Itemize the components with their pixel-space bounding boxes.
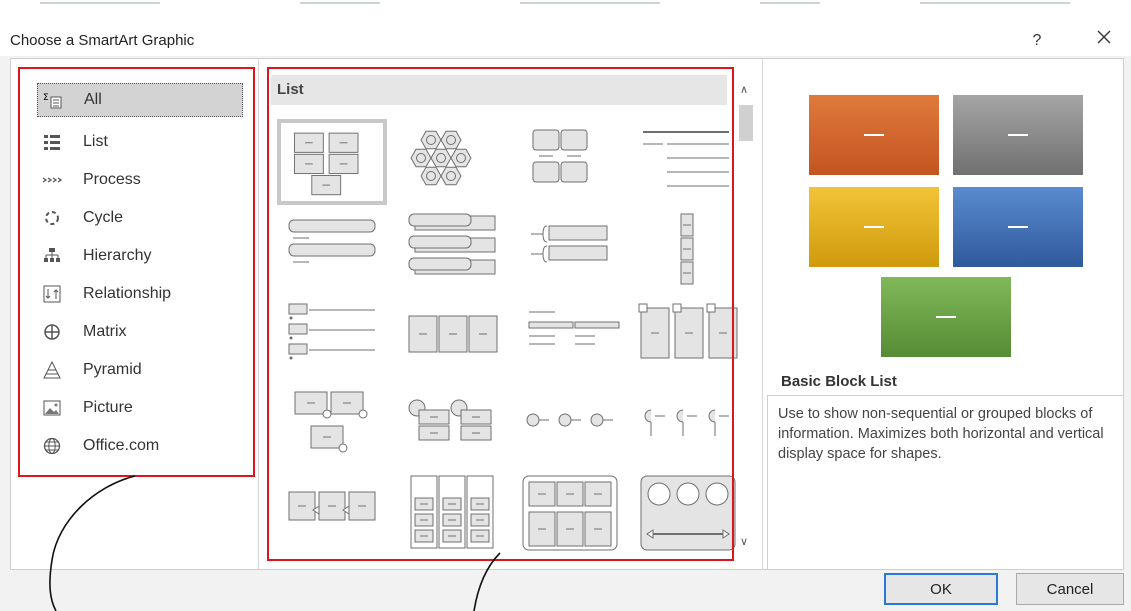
svg-text:Σ: Σ	[43, 93, 49, 103]
category-process[interactable]: Process	[37, 163, 243, 197]
close-icon	[1097, 30, 1111, 44]
category-pyramid[interactable]: Pyramid	[37, 353, 243, 387]
layout-table-hierarchy[interactable]	[513, 469, 623, 555]
layout-gallery: List ∧ ∨	[261, 59, 763, 569]
globe-icon	[41, 435, 63, 457]
all-icon: Σ	[42, 89, 64, 111]
gallery-scrollbar[interactable]: ∧ ∨	[735, 75, 757, 557]
cancel-button[interactable]: Cancel	[1016, 573, 1124, 605]
relationship-icon	[41, 283, 63, 305]
category-all[interactable]: Σ All	[37, 83, 243, 117]
layout-pin-list[interactable]	[631, 381, 741, 467]
matrix-icon	[41, 321, 63, 343]
layout-name: Basic Block List	[781, 373, 897, 390]
layout-hexagon-cluster[interactable]	[395, 119, 505, 205]
category-matrix[interactable]: Matrix	[37, 315, 243, 349]
hierarchy-icon	[41, 245, 63, 267]
category-list: Σ All List Process Cycle Hierarchy Relationshi…	[11, 59, 259, 569]
preview-graphic	[809, 95, 1083, 357]
category-label: List	[83, 133, 108, 150]
preview-pane: Basic Block List Use to show non-sequent…	[767, 59, 1123, 569]
category-relationship[interactable]: Relationship	[37, 277, 243, 311]
category-office-com[interactable]: Office.com	[37, 429, 243, 463]
category-picture[interactable]: Picture	[37, 391, 243, 425]
layout-vertical-box-list[interactable]	[631, 207, 741, 293]
layout-circle-callout-list[interactable]	[395, 381, 505, 467]
layout-stacked-list[interactable]	[395, 207, 505, 293]
layout-picture-caption-list[interactable]	[277, 381, 387, 467]
category-label: Hierarchy	[83, 247, 152, 264]
layout-horizontal-bullet-list[interactable]	[395, 295, 505, 381]
layout-circle-line-list[interactable]	[513, 381, 623, 467]
scroll-down-icon[interactable]: ∨	[740, 535, 748, 548]
category-hierarchy[interactable]: Hierarchy	[37, 239, 243, 273]
layout-table-list[interactable]	[513, 295, 623, 381]
list-icon	[41, 131, 63, 153]
preview-block	[953, 95, 1083, 175]
category-label: Office.com	[83, 437, 160, 454]
ok-button[interactable]: OK	[884, 573, 998, 605]
picture-icon	[41, 397, 63, 419]
preview-block	[809, 187, 939, 267]
layout-bracket-list[interactable]	[513, 207, 623, 293]
category-label: Pyramid	[83, 361, 142, 378]
category-label: Process	[83, 171, 141, 188]
preview-block	[809, 95, 939, 175]
layout-lined-list[interactable]	[631, 119, 741, 205]
background-document-strip	[0, 0, 1131, 12]
close-button[interactable]	[1084, 26, 1124, 56]
scroll-up-icon[interactable]: ∧	[740, 83, 748, 96]
layout-bulleted-lines[interactable]	[277, 295, 387, 381]
scrollbar-thumb[interactable]	[739, 105, 753, 141]
section-header-label: List	[277, 81, 304, 98]
gallery-section-header: List	[271, 75, 727, 105]
category-label: Relationship	[83, 285, 172, 302]
category-label: Matrix	[83, 323, 127, 340]
layout-arrow-process-list[interactable]	[277, 469, 387, 555]
category-cycle[interactable]: Cycle	[37, 201, 243, 235]
help-button[interactable]: ?	[1020, 26, 1054, 56]
layout-column-list[interactable]	[395, 469, 505, 555]
layout-grouped-blocks[interactable]	[513, 119, 623, 205]
title-bar: Choose a SmartArt Graphic ?	[0, 12, 1131, 56]
category-label: Picture	[83, 399, 133, 416]
pyramid-icon	[41, 359, 63, 381]
layout-description: Use to show non-sequential or grouped bl…	[778, 406, 1104, 462]
preview-block	[953, 187, 1083, 267]
category-list[interactable]: List	[37, 125, 243, 159]
layout-tab-list[interactable]	[631, 295, 741, 381]
cycle-icon	[41, 207, 63, 229]
layout-basic-block-list[interactable]	[277, 119, 387, 205]
preview-block	[881, 277, 1011, 357]
layout-circle-column-list[interactable]	[631, 469, 741, 555]
category-label: Cycle	[83, 209, 124, 226]
category-label: All	[84, 91, 102, 108]
layout-description-box: Use to show non-sequential or grouped bl…	[767, 395, 1123, 569]
layout-vertical-bullet-list[interactable]	[277, 207, 387, 293]
process-icon	[41, 169, 63, 191]
smartart-dialog: Choose a SmartArt Graphic ? Σ All List Proc…	[0, 0, 1131, 611]
dialog-title: Choose a SmartArt Graphic	[10, 32, 195, 49]
dialog-body: Σ All List Process Cycle Hierarchy Relationshi…	[10, 58, 1124, 570]
